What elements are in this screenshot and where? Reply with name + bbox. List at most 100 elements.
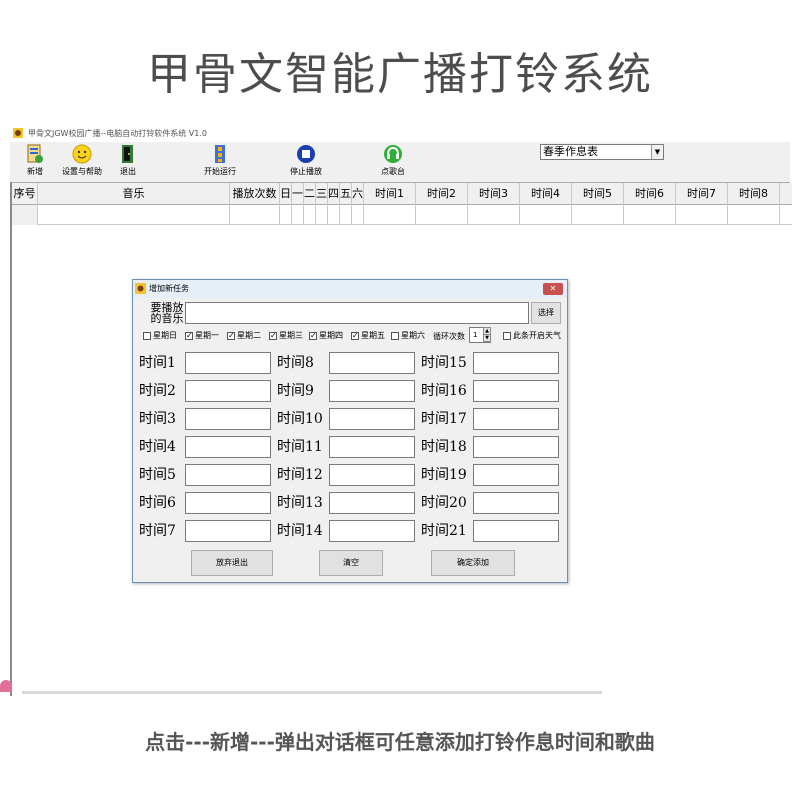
- table-cell[interactable]: [292, 205, 304, 225]
- column-header[interactable]: 音乐: [38, 183, 230, 205]
- start-run-button[interactable]: 开始运行: [200, 144, 240, 180]
- music-path-input[interactable]: [185, 302, 529, 324]
- time-input[interactable]: [185, 352, 271, 374]
- time-input[interactable]: [473, 380, 559, 402]
- day-checkbox[interactable]: 星期六: [391, 330, 425, 341]
- close-button[interactable]: ✕: [543, 283, 563, 295]
- table-cell[interactable]: [38, 205, 230, 225]
- column-header[interactable]: 五: [340, 183, 352, 205]
- time-input[interactable]: [329, 352, 415, 374]
- time-label: 时间18: [421, 439, 467, 455]
- table-cell[interactable]: [728, 205, 780, 225]
- time-input[interactable]: [329, 464, 415, 486]
- time-input[interactable]: [473, 492, 559, 514]
- column-header[interactable]: 一: [292, 183, 304, 205]
- column-header[interactable]: 时间4: [520, 183, 572, 205]
- table-cell[interactable]: [572, 205, 624, 225]
- loop-count-stepper[interactable]: 1 ▲ ▼: [469, 327, 491, 343]
- clear-button[interactable]: 清空: [319, 550, 383, 576]
- abandon-exit-button[interactable]: 放弃退出: [191, 550, 273, 576]
- column-header[interactable]: 时间5: [572, 183, 624, 205]
- checkmark-icon[interactable]: ✓: [185, 331, 193, 340]
- day-checkbox[interactable]: ✓ 星期三: [269, 330, 303, 341]
- column-header[interactable]: 三: [316, 183, 328, 205]
- checkmark-icon[interactable]: ✓: [309, 331, 317, 340]
- column-header[interactable]: 日: [280, 183, 292, 205]
- time-input[interactable]: [329, 492, 415, 514]
- time-input[interactable]: [185, 464, 271, 486]
- column-header[interactable]: 时间8: [728, 183, 780, 205]
- table-row[interactable]: [12, 205, 792, 225]
- table-cell[interactable]: [352, 205, 364, 225]
- day-checkbox[interactable]: ✓ 星期二: [227, 330, 261, 341]
- time-input[interactable]: [329, 520, 415, 542]
- table-cell[interactable]: [280, 205, 292, 225]
- time-input[interactable]: [329, 380, 415, 402]
- column-header[interactable]: 时间6: [624, 183, 676, 205]
- table-cell[interactable]: [12, 205, 38, 225]
- scrollbar-thumb[interactable]: [22, 691, 602, 694]
- table-cell[interactable]: [230, 205, 280, 225]
- settings-help-button-label: 设置与帮助: [62, 167, 102, 176]
- column-header[interactable]: 四: [328, 183, 340, 205]
- table-cell[interactable]: [416, 205, 468, 225]
- checkbox-box[interactable]: [143, 331, 151, 340]
- table-cell[interactable]: [676, 205, 728, 225]
- table-cell[interactable]: [328, 205, 340, 225]
- column-header[interactable]: 二: [304, 183, 316, 205]
- checkmark-icon[interactable]: ✓: [227, 331, 235, 340]
- time-input[interactable]: [473, 352, 559, 374]
- time-input[interactable]: [473, 436, 559, 458]
- table-cell[interactable]: [520, 205, 572, 225]
- column-header[interactable]: 六: [352, 183, 364, 205]
- confirm-add-button[interactable]: 确定添加: [431, 550, 515, 576]
- time-label: 时间1: [139, 355, 176, 371]
- time-input[interactable]: [473, 464, 559, 486]
- checkbox-box[interactable]: [391, 331, 399, 340]
- horizontal-scrollbar[interactable]: [12, 690, 792, 696]
- table-cell[interactable]: [316, 205, 328, 225]
- time-label: 时间7: [139, 523, 176, 539]
- table-cell[interactable]: [624, 205, 676, 225]
- day-checkbox[interactable]: ✓ 星期五: [351, 330, 385, 341]
- song-request-button[interactable]: 点歌台: [376, 144, 410, 180]
- column-header[interactable]: 时间1: [364, 183, 416, 205]
- checkmark-icon[interactable]: ✓: [269, 331, 277, 340]
- day-checkbox[interactable]: ✓ 星期四: [309, 330, 343, 341]
- column-header[interactable]: 时间3: [468, 183, 520, 205]
- column-header[interactable]: 序号: [12, 183, 38, 205]
- stepper-down-icon[interactable]: ▼: [483, 334, 491, 342]
- day-checkbox[interactable]: ✓ 星期一: [185, 330, 219, 341]
- table-cell[interactable]: [364, 205, 416, 225]
- time-input[interactable]: [185, 380, 271, 402]
- time-input[interactable]: [185, 492, 271, 514]
- day-checkbox[interactable]: 星期日: [143, 330, 177, 341]
- schedule-select[interactable]: 春季作息表 ▼: [540, 144, 664, 160]
- weather-checkbox-box[interactable]: [503, 331, 511, 340]
- loop-count-value: 1: [473, 331, 478, 339]
- column-header[interactable]: 时间7: [676, 183, 728, 205]
- time-input[interactable]: [185, 408, 271, 430]
- choose-music-button[interactable]: 选择: [531, 302, 561, 324]
- column-header[interactable]: 播放次数: [230, 183, 280, 205]
- table-cell[interactable]: [304, 205, 316, 225]
- table-cell[interactable]: [340, 205, 352, 225]
- time-input[interactable]: [473, 520, 559, 542]
- time-input[interactable]: [473, 408, 559, 430]
- table-header: 序号 音乐 播放次数日一二三四五六时间1 时间2 时间3 时间4 时间5 时间6 时间7 时间8: [12, 183, 792, 205]
- time-input[interactable]: [329, 436, 415, 458]
- exit-button[interactable]: 退出: [116, 144, 140, 180]
- chevron-down-icon[interactable]: ▼: [651, 145, 663, 159]
- time-input[interactable]: [185, 520, 271, 542]
- stop-play-button[interactable]: 停止播放: [286, 144, 326, 180]
- time-input[interactable]: [185, 436, 271, 458]
- add-button[interactable]: 新增: [20, 144, 50, 180]
- time-input[interactable]: [329, 408, 415, 430]
- table-cell[interactable]: [468, 205, 520, 225]
- checkmark-icon[interactable]: ✓: [351, 331, 359, 340]
- column-header[interactable]: 时间2: [416, 183, 468, 205]
- weather-checkbox[interactable]: 此条开启天气: [503, 330, 561, 341]
- settings-help-button[interactable]: 设置与帮助: [60, 144, 104, 180]
- day-checkbox-label: 星期一: [195, 331, 219, 340]
- day-checkbox-label: 星期二: [237, 331, 261, 340]
